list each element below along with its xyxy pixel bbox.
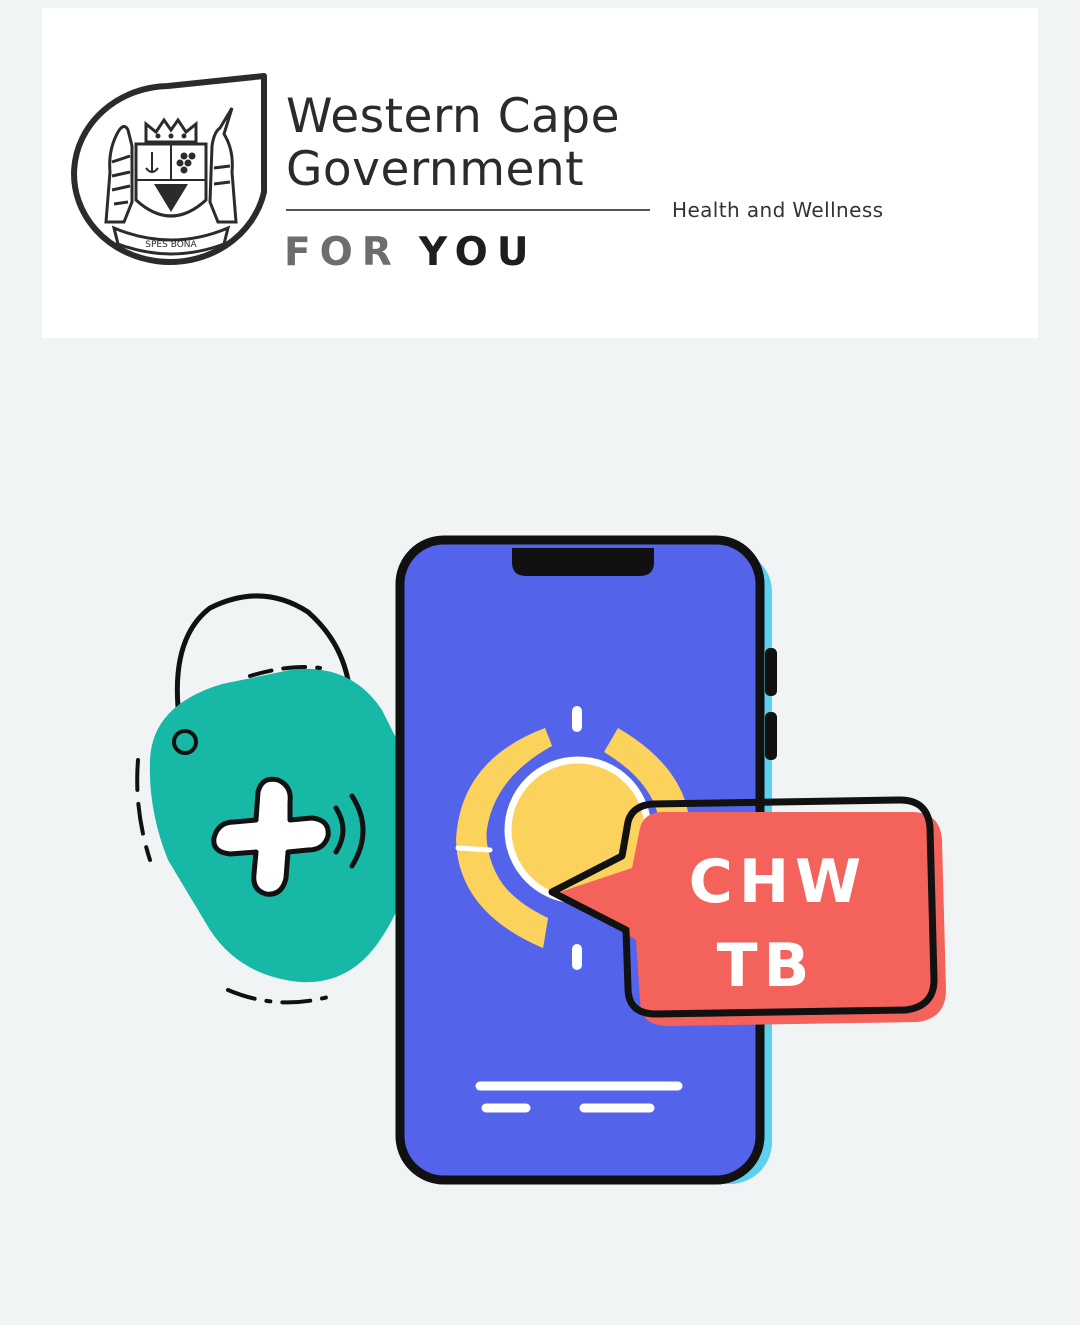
bubble-text-line-2: TB (717, 931, 816, 1001)
app-illustration: CHW TB (135, 535, 946, 1185)
medical-tag-icon (135, 593, 416, 1005)
bubble-text-line-1: CHW (689, 847, 867, 917)
